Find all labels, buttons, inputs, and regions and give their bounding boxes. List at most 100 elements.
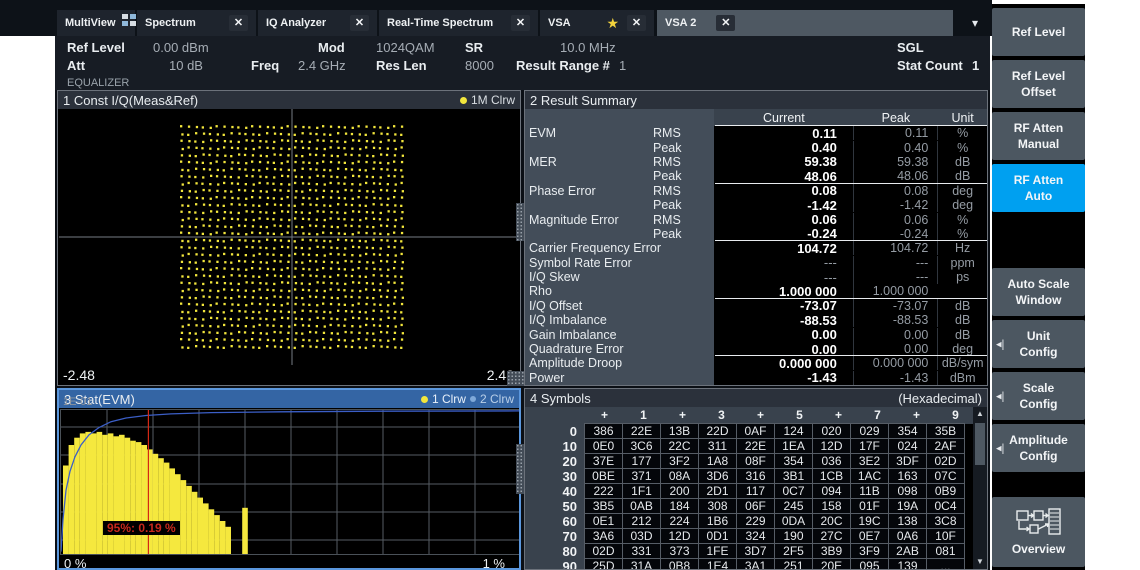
symbol-cell: 0BE <box>584 468 623 484</box>
stat-evm-legend: 1 Clrw 2 Clrw <box>421 392 514 406</box>
symbol-cell: 1E4 <box>698 558 737 570</box>
result-row-power: Power-1.43-1.43dBm <box>525 371 987 385</box>
symbols-col-label: + <box>897 407 936 424</box>
scroll-down-icon[interactable]: ▼ <box>976 555 984 569</box>
symbols-col-label: 9 <box>936 407 975 424</box>
tab-close-icon[interactable]: ✕ <box>350 15 369 31</box>
softkey-overview[interactable]: Overview <box>992 497 1085 567</box>
group-separator <box>715 298 988 299</box>
trace1-label: 1M Clrw <box>471 93 515 107</box>
symbols-scrollbar[interactable]: ▲ ▼ <box>973 407 987 569</box>
symbols-format-note: (Hexadecimal) <box>898 391 982 406</box>
tab-close-icon[interactable]: ✕ <box>511 15 530 31</box>
softkey-label: Overview <box>1012 542 1065 557</box>
res-len-value[interactable]: 8000 <box>465 59 494 73</box>
scrollbar-thumb[interactable] <box>975 423 985 465</box>
tab-list-dropdown[interactable]: ▾ <box>963 12 987 34</box>
symbols-row-60: 600E12122241B62290DA20C19C1383C8 <box>525 514 987 529</box>
softkey-rf-atten-manual[interactable]: RF AttenManual <box>992 112 1085 160</box>
symbols-window[interactable]: 4 Symbols (Hexadecimal) +1+3+5+7+9038622… <box>524 388 988 570</box>
att-value[interactable]: 10 dB <box>169 59 203 73</box>
symbols-row-0: 038622E13B22D0AF12402002935435B <box>525 424 987 439</box>
result-label: Symbol Rate Error <box>525 256 714 270</box>
unit-value: ppm <box>937 256 987 270</box>
group-separator <box>715 183 988 184</box>
current-value: --- <box>714 270 853 285</box>
symbol-cell: 3DF <box>888 453 927 469</box>
softkey-label: RF Atten <box>1014 121 1064 136</box>
unit-value: Hz <box>937 241 987 255</box>
tab-close-icon[interactable]: ✕ <box>627 15 646 31</box>
tab-multiview[interactable]: MultiView <box>57 10 135 36</box>
symbol-cell: 2D1 <box>698 483 737 499</box>
current-value: 0.40 <box>714 140 853 155</box>
symbols-row-index: 60 <box>525 514 585 529</box>
symbol-cell: 094 <box>812 483 851 499</box>
result-row-: Peak48.0648.06dB <box>525 169 987 183</box>
mod-value[interactable]: 1024QAM <box>376 41 435 55</box>
vertical-splitter-handle[interactable] <box>516 444 524 494</box>
unit-value: dB <box>937 299 987 313</box>
symbol-cell: 3D6 <box>698 468 737 484</box>
unit-value: dB <box>937 155 987 169</box>
mod-label: Mod <box>318 41 345 55</box>
unit-value: % <box>937 141 987 155</box>
softkey-auto-scale-window[interactable]: Auto ScaleWindow <box>992 268 1085 316</box>
symbol-cell: 31A <box>622 558 661 570</box>
symbol-cell: 22C <box>660 438 699 454</box>
softkey-scale-config[interactable]: ◂|ScaleConfig <box>992 372 1085 420</box>
symbol-cell: 3C8 <box>926 513 965 529</box>
symbol-cell: 081 <box>926 543 965 559</box>
tab-spectrum[interactable]: Spectrum✕ <box>137 10 256 36</box>
constellation-window[interactable]: 1 Const I/Q(Meas&Ref) 1M Clrw -2.48 2.48 <box>57 90 521 386</box>
symbol-cell: 35B <box>926 423 965 439</box>
tab-vsa-2[interactable]: VSA 2✕ <box>657 10 953 36</box>
tab-close-icon[interactable]: ✕ <box>229 15 248 31</box>
result-row-rho: Rho1.000 0001.000 000 <box>525 284 987 298</box>
result-label: Peak <box>525 140 714 154</box>
peak-value: 0.11 <box>853 126 937 140</box>
stat-evm-title-bar: 3 Stat(EVM) 1 Clrw 2 Clrw <box>59 390 519 408</box>
symbols-title: 4 Symbols <box>530 391 591 406</box>
tab-iq-analyzer[interactable]: IQ Analyzer✕ <box>258 10 377 36</box>
softkey-ref-level-offset[interactable]: Ref LevelOffset <box>992 60 1085 108</box>
ref-level-label: Ref Level <box>67 41 125 55</box>
x-min-label: 0 % <box>64 556 86 570</box>
symbols-col-label: 1 <box>624 407 663 424</box>
tab-vsa[interactable]: VSA★✕ <box>540 10 654 36</box>
softkey-unit-config[interactable]: ◂|UnitConfig <box>992 320 1085 368</box>
sr-value[interactable]: 10.0 MHz <box>560 41 616 55</box>
ref-level-value[interactable]: 0.00 dBm <box>153 41 209 55</box>
symbol-cell: 0C7 <box>774 483 813 499</box>
softkey-amplitude-config[interactable]: ◂|AmplitudeConfig <box>992 424 1085 472</box>
symbol-cell: 01F <box>850 498 889 514</box>
result-row-symbol-rate-error: Symbol Rate Error------ppm <box>525 256 987 270</box>
symbol-cell: 095 <box>850 558 889 570</box>
symbol-cell: 222 <box>584 483 623 499</box>
trace2-label: 2 Clrw <box>480 392 514 406</box>
result-range-value[interactable]: 1 <box>619 59 626 73</box>
vertical-splitter-handle[interactable] <box>516 203 524 241</box>
freq-value[interactable]: 2.4 GHz <box>298 59 346 73</box>
symbol-cell: 08A <box>660 468 699 484</box>
scroll-up-icon[interactable]: ▲ <box>976 407 984 421</box>
softkey-rf-atten-auto[interactable]: RF AttenAuto <box>992 164 1085 212</box>
softkey-ref-level[interactable]: Ref Level <box>992 8 1085 56</box>
symbol-cell: 117 <box>736 483 775 499</box>
tab-close-icon[interactable]: ✕ <box>716 15 735 31</box>
symbol-cell: 22D <box>698 423 737 439</box>
current-value: 1.000 000 <box>714 284 853 299</box>
result-summary-window[interactable]: 2 Result Summary Current Peak Unit EVMRM… <box>524 90 988 386</box>
symbol-cell: 22E <box>736 438 775 454</box>
att-label: Att <box>67 59 85 73</box>
symbol-cell: 0E0 <box>584 438 623 454</box>
equalizer-label: EQUALIZER <box>67 76 129 90</box>
symbol-cell: 371 <box>622 468 661 484</box>
softkey-label: RF Atten <box>1014 173 1064 188</box>
tab-real-time-spectrum[interactable]: Real-Time Spectrum✕ <box>379 10 538 36</box>
symbol-cell: 1FE <box>698 543 737 559</box>
symbol-cell: 0AF <box>736 423 775 439</box>
splitter-corner-handle[interactable] <box>507 371 524 386</box>
stat-evm-window[interactable]: 3 Stat(EVM) 1 Clrw 2 Clrw 1E-01 95%: 0.1… <box>57 388 521 570</box>
symbol-cell: 3F2 <box>660 453 699 469</box>
